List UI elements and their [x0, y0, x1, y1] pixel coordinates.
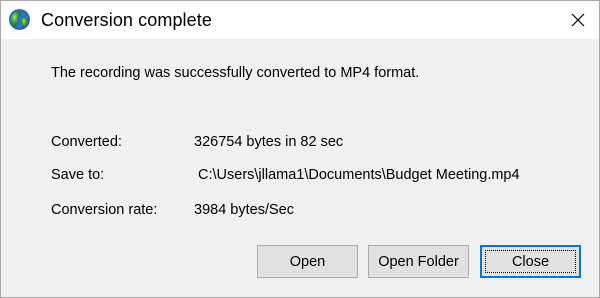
save-to-path: C:\Users\jllama1\Documents\Budget Meetin…	[198, 167, 520, 183]
converted-value: 326754 bytes in 82 sec	[194, 134, 344, 150]
conversion-rate-label: Conversion rate:	[51, 202, 158, 218]
converted-label: Converted:	[51, 134, 122, 150]
open-button-label: Open	[289, 253, 326, 270]
close-icon[interactable]	[564, 7, 592, 33]
save-to-label: Save to:	[51, 167, 105, 183]
title-bar[interactable]: Conversion complete	[1, 1, 599, 39]
open-folder-button-label: Open Folder	[378, 253, 459, 270]
conversion-complete-dialog: Conversion complete The recording was su…	[0, 0, 600, 298]
conversion-rate-value: 3984 bytes/Sec	[194, 202, 294, 218]
open-folder-button[interactable]: Open Folder	[368, 245, 469, 278]
status-message: The recording was successfully converted…	[51, 65, 420, 81]
globe-icon	[9, 9, 30, 30]
focus-ring	[485, 250, 576, 273]
dialog-title: Conversion complete	[41, 10, 212, 30]
open-button[interactable]: Open	[257, 245, 358, 278]
close-button[interactable]: Close	[480, 245, 581, 278]
